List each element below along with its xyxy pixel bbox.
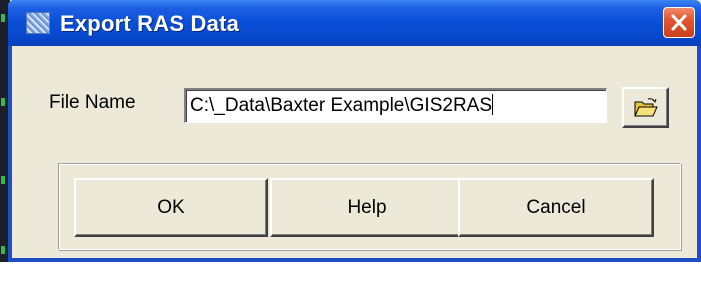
- text-caret: [492, 94, 494, 115]
- ras-export-icon: [26, 12, 50, 34]
- export-ras-data-dialog: Export RAS Data File Name C:\_Data\Baxte…: [8, 0, 701, 262]
- file-name-input[interactable]: C:\_Data\Baxter Example\GIS2RAS: [184, 88, 607, 123]
- cancel-button[interactable]: Cancel: [458, 178, 654, 237]
- edge-marker: [1, 14, 5, 22]
- title-bar[interactable]: Export RAS Data: [8, 0, 701, 46]
- file-path-text: C:\_Data\Baxter Example\GIS2RAS: [190, 95, 493, 116]
- close-button[interactable]: [663, 7, 695, 38]
- close-icon: [671, 14, 687, 31]
- open-folder-icon: [634, 98, 658, 117]
- browse-folder-button[interactable]: [622, 87, 669, 128]
- edge-marker: [1, 98, 5, 106]
- window-title: Export RAS Data: [60, 11, 240, 36]
- ok-button[interactable]: OK: [74, 178, 268, 237]
- file-name-label: File Name: [49, 92, 136, 113]
- edge-marker: [1, 176, 5, 184]
- help-button[interactable]: Help: [270, 178, 464, 237]
- edge-marker: [1, 246, 5, 254]
- dialog-body: File Name C:\_Data\Baxter Example\GIS2RA…: [12, 46, 697, 258]
